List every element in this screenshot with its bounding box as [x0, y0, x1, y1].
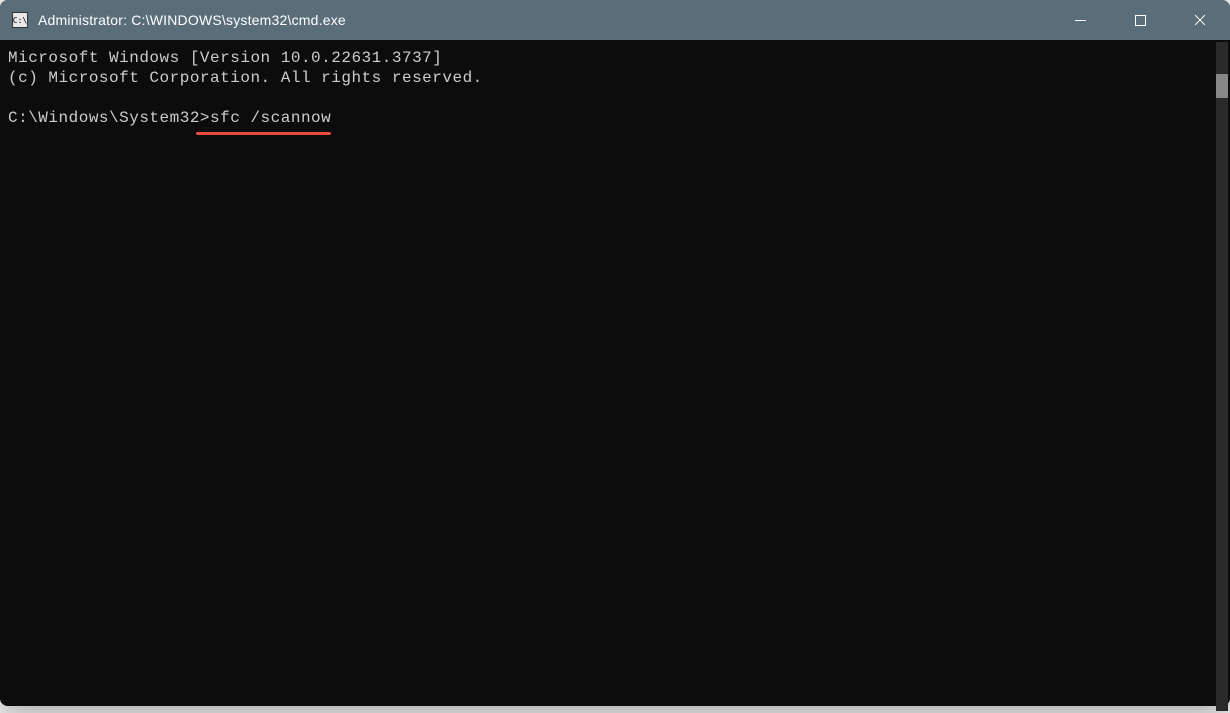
- titlebar[interactable]: C:\ Administrator: C:\WINDOWS\system32\c…: [0, 0, 1230, 40]
- command-prompt: C:\Windows\System32>: [8, 109, 210, 127]
- maximize-button[interactable]: [1110, 0, 1170, 40]
- scrollbar-track[interactable]: [1216, 42, 1228, 706]
- minimize-icon: [1075, 20, 1086, 21]
- command-underline-annotation: [196, 132, 331, 135]
- prompt-text: C:\Windows\System32>sfc /scannow: [8, 109, 331, 127]
- minimize-button[interactable]: [1050, 0, 1110, 40]
- cmd-icon-text: C:\: [13, 16, 27, 25]
- version-line: Microsoft Windows [Version 10.0.22631.37…: [8, 48, 1222, 68]
- close-button[interactable]: [1170, 0, 1230, 40]
- scrollbar-thumb[interactable]: [1216, 74, 1228, 98]
- maximize-icon: [1135, 15, 1146, 26]
- prompt-line: C:\Windows\System32>sfc /scannow: [8, 108, 331, 128]
- copyright-line: (c) Microsoft Corporation. All rights re…: [8, 68, 1222, 88]
- window-controls: [1050, 0, 1230, 40]
- terminal-output[interactable]: Microsoft Windows [Version 10.0.22631.37…: [0, 40, 1230, 706]
- command-input[interactable]: sfc /scannow: [210, 109, 331, 127]
- cmd-window: C:\ Administrator: C:\WINDOWS\system32\c…: [0, 0, 1230, 706]
- cmd-icon: C:\: [12, 12, 28, 28]
- window-title: Administrator: C:\WINDOWS\system32\cmd.e…: [38, 12, 346, 28]
- close-icon: [1194, 14, 1206, 26]
